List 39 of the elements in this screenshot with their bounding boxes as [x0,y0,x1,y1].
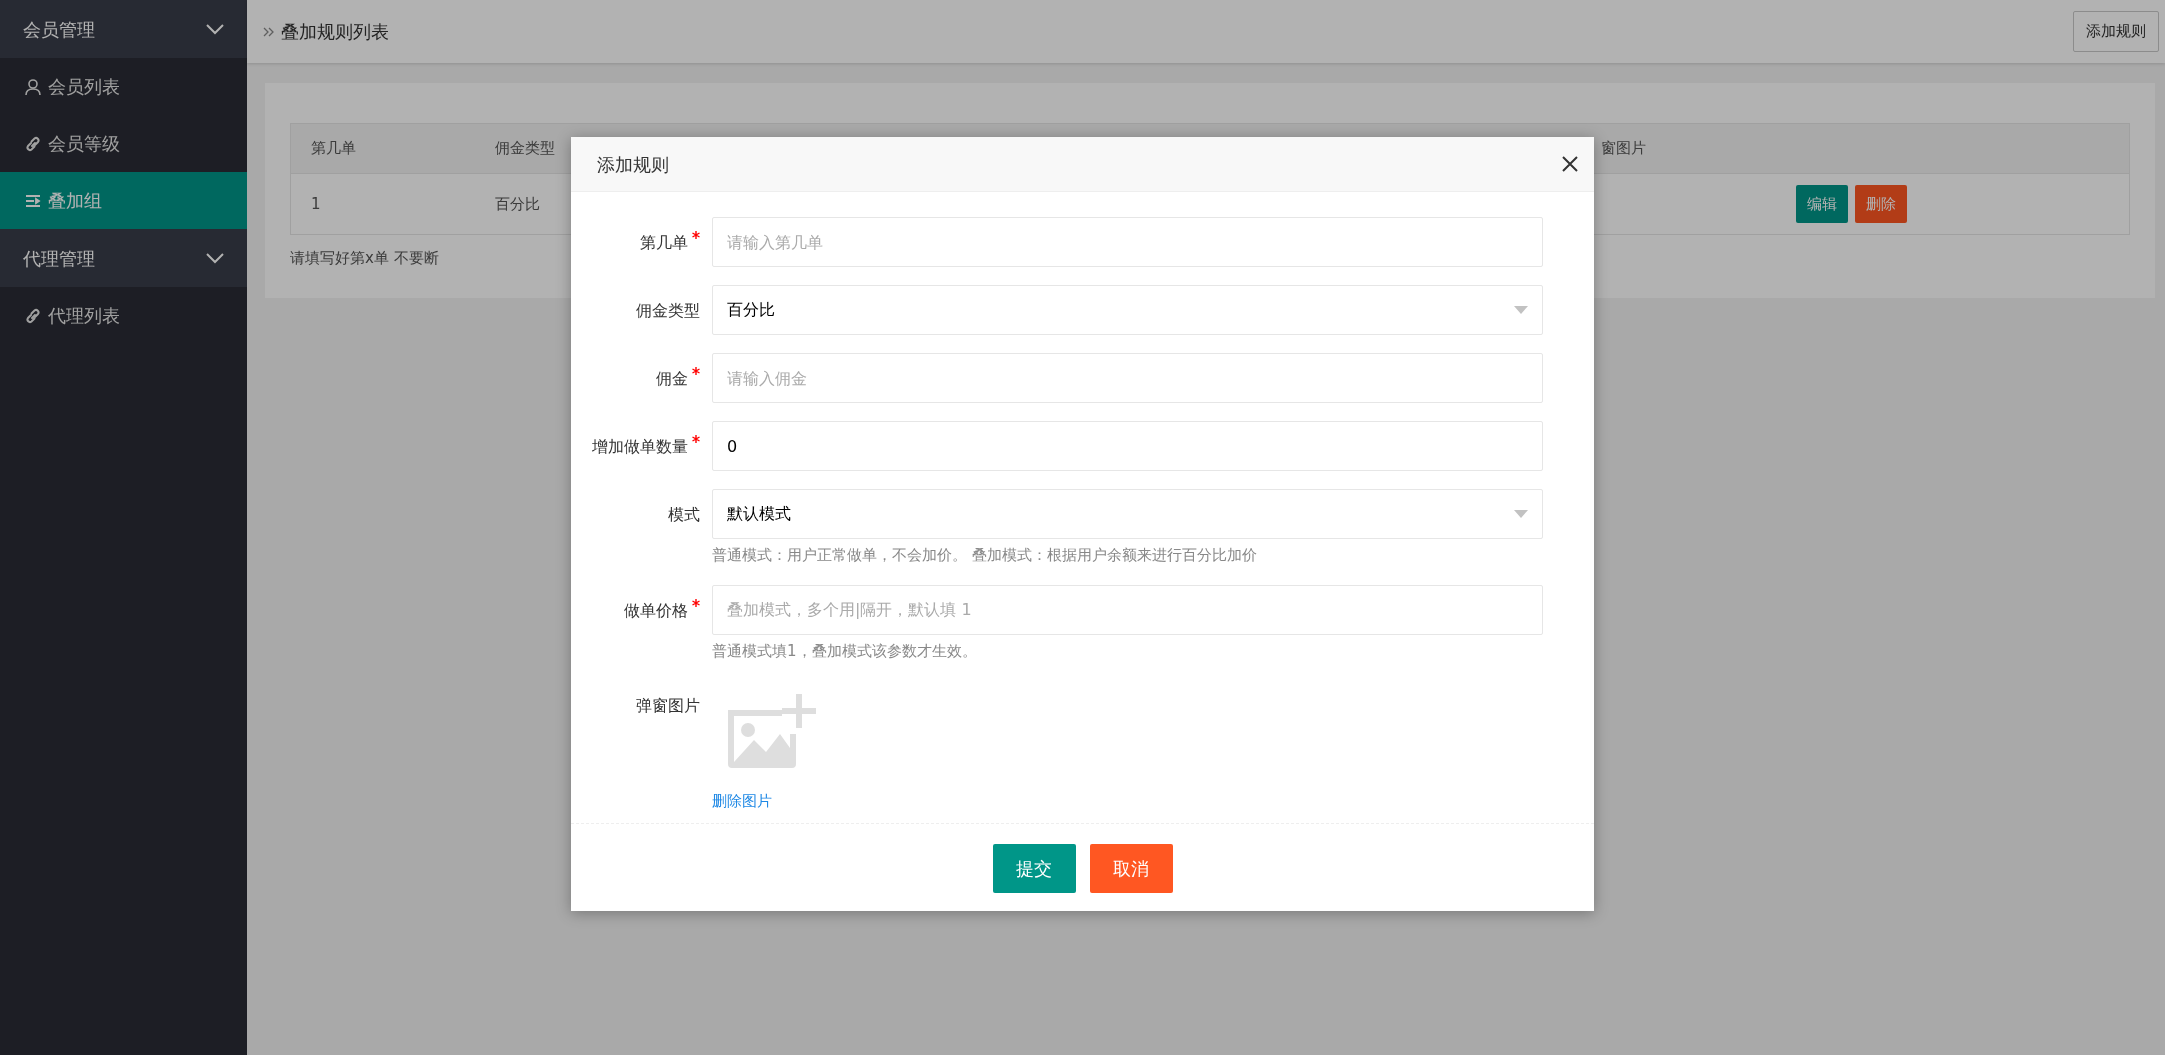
field-label: 模式 [668,504,700,526]
select-field[interactable]: 百分比 [712,285,1543,335]
sidebar-item[interactable]: 代理列表 [0,287,247,344]
link-icon [24,306,42,325]
help-text: 普通模式：用户正常做单，不会加价。 叠加模式：根据用户余额来进行百分比加价 [712,545,1258,566]
submit-button[interactable]: 提交 [992,843,1076,893]
sidebar-item[interactable]: 会员列表 [0,58,247,115]
caret-icon [1514,510,1528,518]
chevron-icon [205,23,225,35]
group-label: 会员管理 [23,17,95,42]
input-field[interactable]: 请输入佣金 [712,353,1543,403]
user-icon [24,77,42,96]
page-title: 叠加规则列表 [281,20,389,44]
delete-image-link[interactable]: 删除图片 [712,790,772,813]
help-text: 普通模式填1，叠加模式该参数才生效。 [712,640,978,662]
input-field[interactable]: 请输入第几单 [712,217,1543,267]
field-label: 佣金 [656,368,688,390]
field-label: 第几单 [640,232,688,254]
field-label: 佣金类型 [636,300,700,322]
double-chevron-icon [263,25,275,38]
sidebar-group[interactable]: 会员管理 [0,0,247,58]
field-label: 做单价格 [624,599,688,622]
hint-text: 请填写好第x单 不要断 [290,248,440,269]
column-header: 窗图片 [1592,123,1783,174]
chevron-icon [205,252,225,264]
select-field[interactable]: 默认模式 [712,489,1543,539]
input-field[interactable]: 叠加模式，多个用|隔开，默认填 1 [712,584,1543,635]
group-label: 代理管理 [23,246,95,271]
link-icon [24,134,42,153]
column-header: 第几单 [290,123,475,174]
close-icon [1562,156,1578,172]
field-label: 增加做单数量 [592,436,688,458]
sidebar-group[interactable]: 代理管理 [0,229,247,287]
field-label: 弹窗图片 [636,695,700,717]
sidebar-item[interactable]: 会员等级 [0,115,247,172]
input-field[interactable]: 0 [712,421,1543,471]
add-rule-button[interactable]: 添加规则 [2073,11,2159,52]
caret-icon [1514,306,1528,314]
table-cell: 1 [290,173,475,235]
